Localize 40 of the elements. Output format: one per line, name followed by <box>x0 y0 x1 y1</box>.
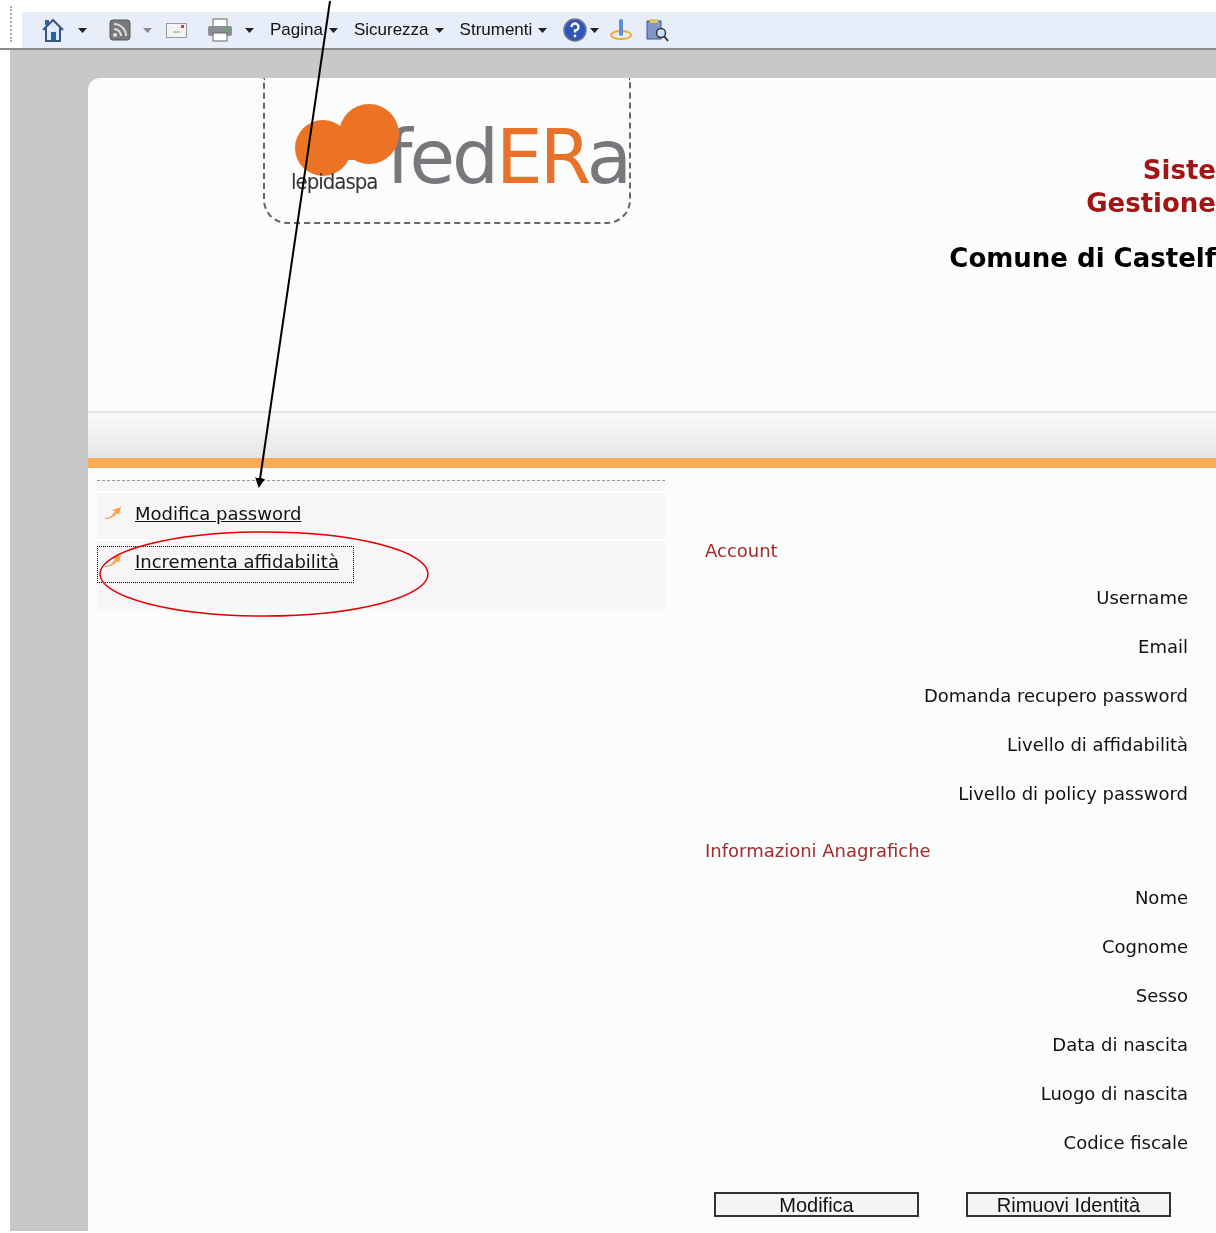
feed-icon[interactable] <box>109 19 131 41</box>
system-title: Siste <box>1141 154 1216 187</box>
action-button[interactable]: Rimuovi Identità <box>966 1192 1171 1217</box>
field-label: Cognome <box>1101 936 1188 957</box>
field-label: Nome <box>1134 887 1188 908</box>
help-icon[interactable] <box>563 18 588 42</box>
caret-icon[interactable] <box>78 27 87 33</box>
caret-icon[interactable] <box>328 27 338 33</box>
field-label: Livello di affidabilità <box>1006 734 1188 755</box>
section-title: Informazioni Anagrafiche <box>705 840 932 863</box>
caret-icon[interactable] <box>538 27 548 33</box>
field-label: Email <box>1138 636 1188 657</box>
field-label: Data di nascita <box>1052 1034 1188 1055</box>
arrow-icon <box>104 554 122 568</box>
organization-name: Comune di Castelf <box>949 243 1216 273</box>
arrow-icon <box>104 506 122 520</box>
field-label: Codice fiscale <box>1063 1132 1188 1153</box>
section-title: Account <box>705 540 779 563</box>
toolbar-menu[interactable]: Sicurezza <box>353 20 444 40</box>
caret-icon[interactable] <box>245 27 254 33</box>
field-label: Username <box>1096 587 1188 608</box>
field-label: Domanda recupero password <box>923 685 1188 706</box>
system-title: Gestione <box>1085 187 1216 220</box>
menu-link[interactable]: Incrementa affidabilità <box>97 545 354 583</box>
logo-name: fedERa <box>386 120 629 194</box>
field-label: Sesso <box>1135 985 1188 1006</box>
menu-link[interactable]: Modifica password <box>97 497 317 535</box>
action-button[interactable]: Modifica <box>714 1192 919 1217</box>
printer-icon[interactable] <box>207 18 233 42</box>
caret-icon[interactable] <box>434 27 444 33</box>
field-label: Luogo di nascita <box>1040 1083 1188 1104</box>
toolbar-menu[interactable]: Strumenti <box>459 20 548 40</box>
pen-icon[interactable] <box>609 18 634 42</box>
mail-icon[interactable] <box>166 22 187 38</box>
toolbar-grip[interactable] <box>10 6 14 42</box>
research-icon[interactable] <box>645 18 670 42</box>
caret-icon[interactable] <box>590 27 600 33</box>
field-label: Livello di policy password <box>958 783 1188 804</box>
home-icon[interactable] <box>40 17 66 43</box>
toolbar-menu[interactable]: Pagina <box>270 20 338 40</box>
